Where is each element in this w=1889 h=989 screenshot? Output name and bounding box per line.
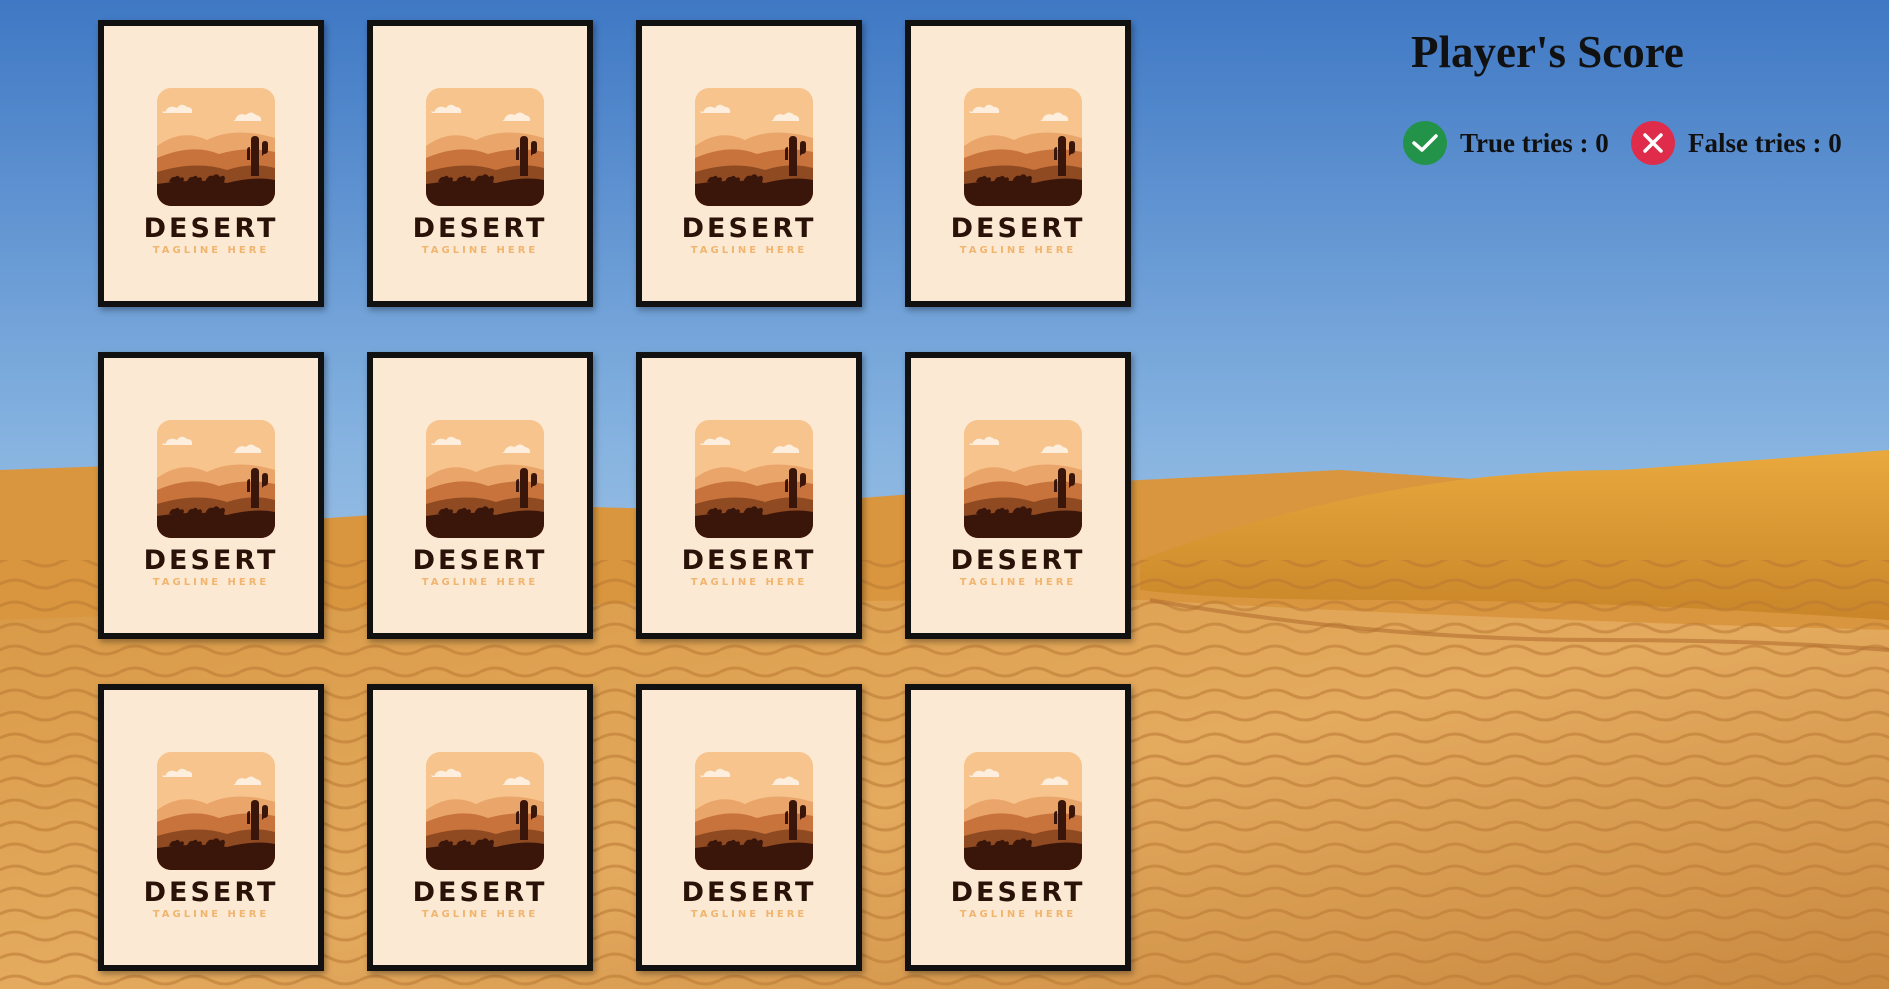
memory-card-5[interactable]: DESERT TAGLINE HERE bbox=[98, 352, 324, 639]
desert-logo-icon bbox=[157, 420, 275, 538]
memory-card-3[interactable]: DESERT TAGLINE HERE bbox=[636, 20, 862, 307]
memory-card-9[interactable]: DESERT TAGLINE HERE bbox=[98, 684, 324, 971]
desert-logo-icon bbox=[157, 88, 275, 206]
memory-card-11[interactable]: DESERT TAGLINE HERE bbox=[636, 684, 862, 971]
memory-card-10[interactable]: DESERT TAGLINE HERE bbox=[367, 684, 593, 971]
desert-logo-icon bbox=[695, 88, 813, 206]
card-title: DESERT bbox=[412, 877, 548, 908]
card-title: DESERT bbox=[681, 877, 817, 908]
desert-logo-icon bbox=[426, 88, 544, 206]
card-title: DESERT bbox=[950, 213, 1086, 244]
card-tagline: TAGLINE HERE bbox=[152, 909, 270, 920]
desert-logo-icon bbox=[157, 752, 275, 870]
card-tagline: TAGLINE HERE bbox=[421, 577, 539, 588]
card-tagline: TAGLINE HERE bbox=[690, 909, 808, 920]
card-tagline: TAGLINE HERE bbox=[152, 577, 270, 588]
card-title: DESERT bbox=[143, 545, 279, 576]
memory-card-8[interactable]: DESERT TAGLINE HERE bbox=[905, 352, 1131, 639]
true-tries: True tries : 0 bbox=[1403, 120, 1609, 166]
desert-logo-icon bbox=[964, 752, 1082, 870]
card-title: DESERT bbox=[950, 877, 1086, 908]
card-tagline: TAGLINE HERE bbox=[690, 577, 808, 588]
memory-card-7[interactable]: DESERT TAGLINE HERE bbox=[636, 352, 862, 639]
card-title: DESERT bbox=[143, 877, 279, 908]
card-title: DESERT bbox=[681, 545, 817, 576]
check-icon bbox=[1403, 121, 1447, 165]
card-title: DESERT bbox=[950, 545, 1086, 576]
card-tagline: TAGLINE HERE bbox=[421, 909, 539, 920]
desert-logo-icon bbox=[695, 420, 813, 538]
card-title: DESERT bbox=[412, 213, 548, 244]
score-title: Player's Score bbox=[1411, 27, 1684, 77]
close-icon bbox=[1631, 121, 1675, 165]
card-tagline: TAGLINE HERE bbox=[959, 577, 1077, 588]
memory-card-6[interactable]: DESERT TAGLINE HERE bbox=[367, 352, 593, 639]
false-tries: False tries : 0 bbox=[1631, 120, 1842, 166]
desert-logo-icon bbox=[964, 88, 1082, 206]
card-tagline: TAGLINE HERE bbox=[690, 245, 808, 256]
desert-logo-icon bbox=[426, 420, 544, 538]
card-grid: DESERT TAGLINE HERE DESERT TAGLINE HERE … bbox=[98, 20, 1142, 982]
desert-logo-icon bbox=[426, 752, 544, 870]
true-tries-label: True tries : 0 bbox=[1460, 127, 1609, 158]
card-title: DESERT bbox=[681, 213, 817, 244]
card-title: DESERT bbox=[143, 213, 279, 244]
card-tagline: TAGLINE HERE bbox=[959, 909, 1077, 920]
desert-logo-icon bbox=[964, 420, 1082, 538]
false-tries-label: False tries : 0 bbox=[1688, 127, 1842, 158]
card-tagline: TAGLINE HERE bbox=[152, 245, 270, 256]
card-tagline: TAGLINE HERE bbox=[421, 245, 539, 256]
memory-card-1[interactable]: DESERT TAGLINE HERE bbox=[98, 20, 324, 307]
memory-card-4[interactable]: DESERT TAGLINE HERE bbox=[905, 20, 1131, 307]
card-tagline: TAGLINE HERE bbox=[959, 245, 1077, 256]
memory-card-2[interactable]: DESERT TAGLINE HERE bbox=[367, 20, 593, 307]
desert-logo-icon bbox=[695, 752, 813, 870]
memory-card-12[interactable]: DESERT TAGLINE HERE bbox=[905, 684, 1131, 971]
card-title: DESERT bbox=[412, 545, 548, 576]
